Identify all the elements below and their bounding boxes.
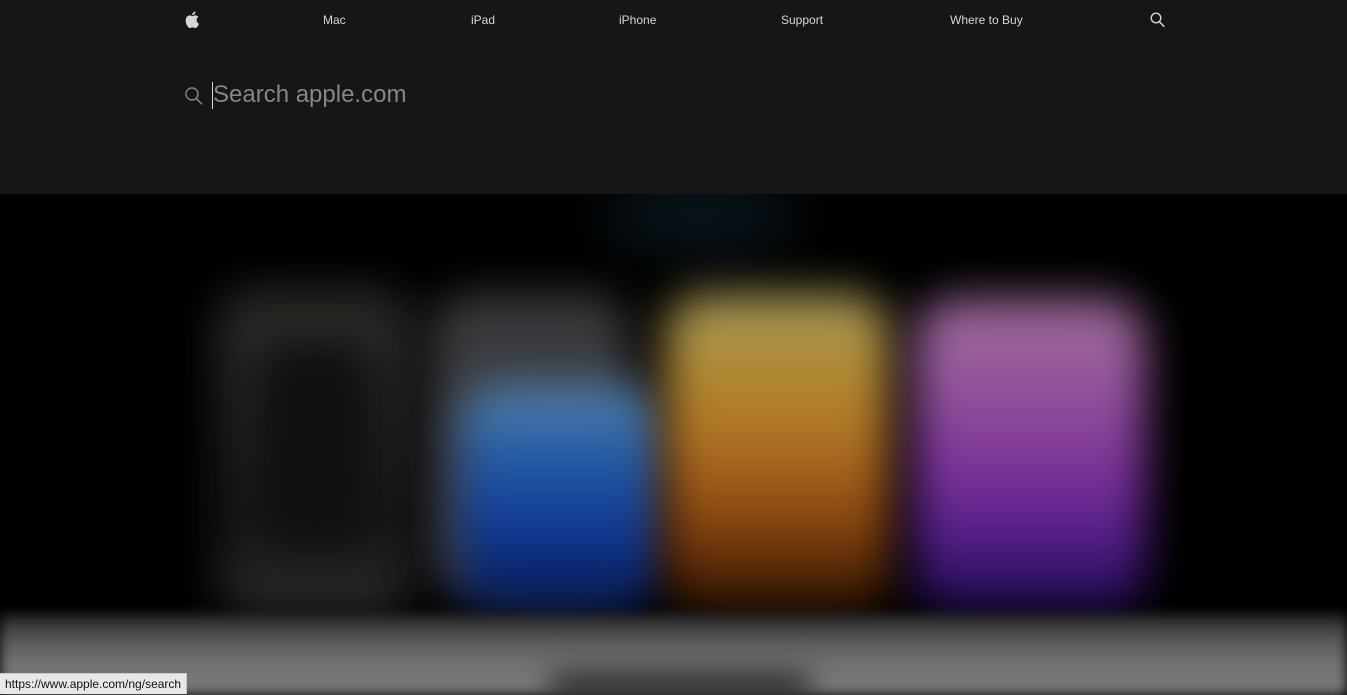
nav-bar: Mac iPad iPhone Support Where to Buy [0, 0, 1347, 40]
search-field-icon [185, 87, 203, 105]
apple-logo-icon[interactable] [185, 11, 199, 28]
nav-item-where-to-buy[interactable]: Where to Buy [950, 0, 1023, 40]
search-icon[interactable] [1150, 12, 1165, 28]
nav-item-mac[interactable]: Mac [323, 0, 346, 40]
search-input[interactable] [212, 78, 1112, 112]
search-dim-overlay[interactable] [0, 194, 1347, 695]
nav-item-support[interactable]: Support [781, 0, 823, 40]
nav-item-iphone[interactable]: iPhone [619, 0, 656, 40]
text-caret [212, 82, 213, 109]
nav-item-ipad[interactable]: iPad [471, 0, 495, 40]
global-nav: Mac iPad iPhone Support Where to Buy [0, 0, 1347, 194]
status-bar-url: https://www.apple.com/ng/search [0, 673, 188, 694]
search-flyout [184, 78, 1164, 112]
